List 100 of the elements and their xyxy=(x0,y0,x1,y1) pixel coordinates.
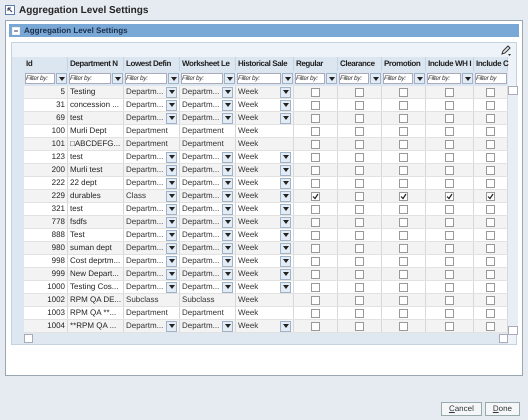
checkbox[interactable] xyxy=(486,114,495,122)
checkbox[interactable] xyxy=(445,322,454,330)
checkbox[interactable] xyxy=(486,152,495,162)
checkbox[interactable] xyxy=(355,296,364,304)
dropdown-value[interactable]: Departm... xyxy=(126,164,164,176)
dropdown-button[interactable] xyxy=(222,164,233,176)
dropdown-value[interactable]: Departm... xyxy=(182,255,220,267)
checkbox[interactable] xyxy=(355,256,364,266)
checkbox[interactable] xyxy=(399,126,408,136)
checkbox[interactable] xyxy=(486,140,495,148)
dropdown-value[interactable]: Departm... xyxy=(126,320,164,332)
dropdown-value[interactable]: Week xyxy=(238,151,258,163)
dropdown-button[interactable] xyxy=(166,204,177,214)
dropdown-button[interactable] xyxy=(280,268,291,280)
dropdown-button[interactable] xyxy=(166,216,177,228)
checkbox[interactable] xyxy=(486,178,495,188)
checkbox[interactable] xyxy=(355,152,364,162)
dropdown-value[interactable]: Week xyxy=(238,112,258,124)
dropdown-value[interactable]: Departm... xyxy=(182,242,220,254)
checkbox[interactable] xyxy=(399,322,408,330)
checkbox[interactable] xyxy=(486,166,495,174)
dropdown-value[interactable]: Week xyxy=(238,216,258,228)
checkbox[interactable] xyxy=(445,192,454,200)
dropdown-button[interactable] xyxy=(280,100,291,110)
dropdown-button[interactable] xyxy=(222,320,233,332)
dropdown-button[interactable] xyxy=(280,282,291,292)
dropdown-button[interactable] xyxy=(166,100,177,110)
checkbox[interactable] xyxy=(355,308,364,318)
checkbox[interactable] xyxy=(445,282,454,292)
dropdown-button[interactable] xyxy=(222,190,233,202)
dropdown-value[interactable]: Departm... xyxy=(182,151,220,163)
checkbox[interactable] xyxy=(399,140,408,148)
checkbox[interactable] xyxy=(355,218,364,226)
checkbox[interactable] xyxy=(486,126,495,136)
dropdown-button[interactable] xyxy=(222,86,233,98)
dropdown-button[interactable] xyxy=(280,204,291,214)
checkbox[interactable] xyxy=(311,152,320,162)
dropdown-button[interactable] xyxy=(414,73,425,84)
checkbox[interactable] xyxy=(311,308,320,318)
checkbox[interactable] xyxy=(355,126,364,136)
checkbox[interactable] xyxy=(355,178,364,188)
dropdown-value[interactable]: Departm... xyxy=(182,86,220,98)
checkbox[interactable] xyxy=(445,230,454,240)
checkbox[interactable] xyxy=(486,88,495,96)
dropdown-value[interactable]: Departm... xyxy=(126,216,164,228)
dropdown-button[interactable] xyxy=(280,216,291,228)
checkbox[interactable] xyxy=(445,204,454,214)
dropdown-value[interactable]: Week xyxy=(238,229,258,241)
dropdown-button[interactable] xyxy=(280,256,291,266)
checkbox[interactable] xyxy=(311,244,320,252)
dropdown-button[interactable] xyxy=(222,268,233,280)
checkbox[interactable] xyxy=(399,166,408,174)
checkbox[interactable] xyxy=(486,204,495,214)
checkbox[interactable] xyxy=(355,140,364,148)
checkbox[interactable] xyxy=(486,256,495,266)
dropdown-value[interactable]: Departm... xyxy=(126,281,164,293)
dropdown-button[interactable] xyxy=(280,242,291,254)
checkbox[interactable] xyxy=(311,140,320,148)
dropdown-button[interactable] xyxy=(222,204,233,214)
checkbox[interactable] xyxy=(311,296,320,304)
collapse-button[interactable] xyxy=(12,26,20,34)
checkbox[interactable] xyxy=(399,218,408,226)
dropdown-button[interactable] xyxy=(222,230,233,240)
checkbox[interactable] xyxy=(399,296,408,304)
checkbox[interactable] xyxy=(355,322,364,330)
checkbox[interactable] xyxy=(445,152,454,162)
dropdown-button[interactable] xyxy=(280,320,291,332)
checkbox[interactable] xyxy=(445,308,454,318)
checkbox[interactable] xyxy=(355,270,364,278)
dropdown-value[interactable]: Week xyxy=(238,320,258,332)
dropdown-button[interactable] xyxy=(166,230,177,240)
checkbox[interactable] xyxy=(445,126,454,136)
dropdown-button[interactable] xyxy=(280,190,291,202)
dropdown-button[interactable] xyxy=(166,282,177,292)
dropdown-value[interactable]: Class xyxy=(126,190,146,202)
checkbox[interactable] xyxy=(355,114,364,122)
dropdown-value[interactable]: Week xyxy=(238,281,258,293)
checkbox[interactable] xyxy=(445,178,454,188)
checkbox[interactable] xyxy=(399,114,408,122)
checkbox[interactable] xyxy=(486,218,495,226)
dropdown-value[interactable]: Week xyxy=(238,268,258,280)
checkbox[interactable] xyxy=(355,88,364,96)
dropdown-value[interactable]: Departm... xyxy=(126,268,164,280)
checkbox[interactable] xyxy=(311,178,320,188)
dropdown-button[interactable] xyxy=(222,100,233,110)
dropdown-button[interactable] xyxy=(224,73,235,84)
dropdown-button[interactable] xyxy=(168,73,179,84)
dropdown-value[interactable]: Departm... xyxy=(126,177,164,189)
checkbox[interactable] xyxy=(399,192,408,200)
done-button[interactable]: Done xyxy=(484,402,520,416)
checkbox[interactable] xyxy=(486,100,495,110)
dropdown-value[interactable]: Departm... xyxy=(182,99,220,111)
dropdown-value[interactable]: Departm... xyxy=(126,99,164,111)
checkbox[interactable] xyxy=(486,282,495,292)
dropdown-button[interactable] xyxy=(222,178,233,188)
checkbox[interactable] xyxy=(399,308,408,318)
checkbox[interactable] xyxy=(399,204,408,214)
checkbox[interactable] xyxy=(355,282,364,292)
dropdown-value[interactable]: Week xyxy=(238,255,258,267)
dropdown-button[interactable] xyxy=(166,152,177,162)
